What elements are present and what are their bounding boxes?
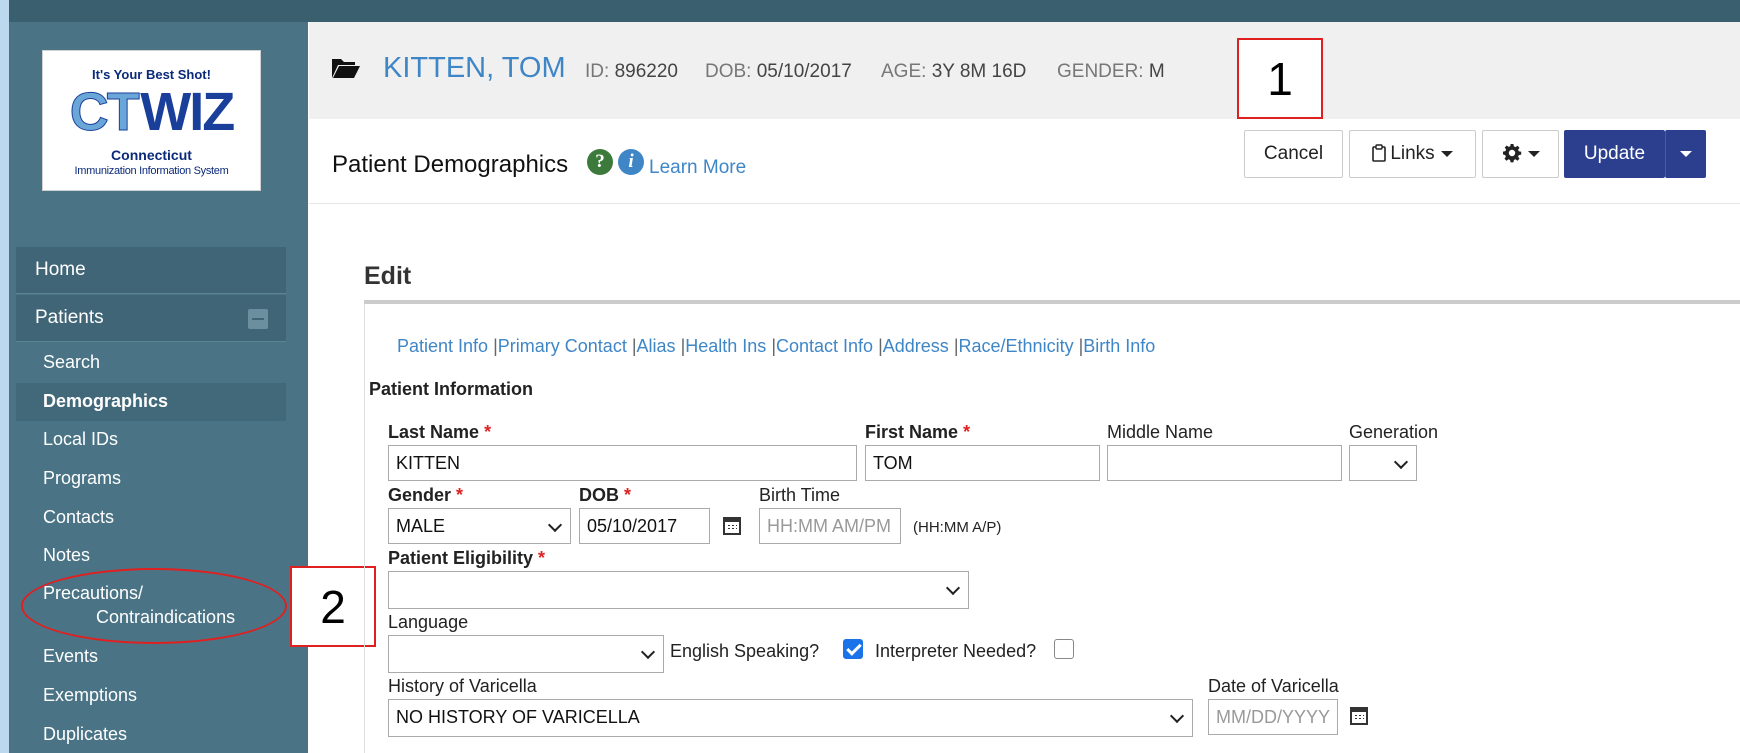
logo-brand: CT WIZ <box>43 82 260 142</box>
section-link-patient-info[interactable]: Patient Info <box>397 336 488 356</box>
english-speaking-label: English Speaking? <box>670 641 820 661</box>
section-link-alias[interactable]: Alias <box>637 336 676 356</box>
sidebar-item-contacts[interactable]: Contacts <box>16 499 286 537</box>
middle-name-label: Middle Name <box>1107 422 1214 442</box>
highlight-ellipse <box>21 568 287 644</box>
top-bar <box>9 0 1740 22</box>
patient-gender: GENDER: M <box>1057 61 1165 82</box>
logo-tagline: It's Your Best Shot! <box>92 67 211 82</box>
page-title: Patient Demographics <box>332 151 569 178</box>
section-link-address[interactable]: Address <box>883 336 949 356</box>
dob-label: DOB * <box>579 485 632 505</box>
sidebar-item-programs[interactable]: Programs <box>16 460 286 498</box>
patient-age: AGE: 3Y 8M 16D <box>881 61 1027 82</box>
logo-system-name: Immunization Information System <box>74 165 229 177</box>
language-select[interactable] <box>388 635 664 673</box>
settings-button[interactable] <box>1482 130 1559 178</box>
patient-header: KITTEN, TOM ID: 896220 DOB: 05/10/2017 A… <box>309 22 1740 119</box>
varicella-date-label: Date of Varicella <box>1208 676 1339 696</box>
collapse-icon[interactable] <box>248 309 268 329</box>
cancel-button[interactable]: Cancel <box>1244 130 1343 178</box>
english-speaking-checkbox[interactable] <box>843 639 863 659</box>
dob-input[interactable]: 05/10/2017 <box>579 508 710 544</box>
chevron-down-icon <box>1393 454 1409 470</box>
nav-patients-label: Patients <box>35 307 104 328</box>
folder-open-icon <box>332 59 360 78</box>
sidebar-item-search[interactable]: Search <box>16 344 286 382</box>
interpreter-needed-checkbox[interactable] <box>1054 639 1074 659</box>
gender-label: Gender * <box>388 485 464 505</box>
birth-time-label: Birth Time <box>759 485 841 505</box>
chevron-down-icon <box>1440 150 1453 157</box>
section-links: Patient Info |Primary Contact |Alias |He… <box>397 336 1155 357</box>
last-name-label: Last Name * <box>388 422 492 442</box>
title-row: Patient Demographics ? i Learn More Canc… <box>309 119 1740 204</box>
varicella-history-label: History of Varicella <box>388 676 537 696</box>
learn-more-link[interactable]: Learn More <box>649 157 746 179</box>
patient-name[interactable]: KITTEN, TOM <box>383 52 566 85</box>
logo-brand-wiz: WIZ <box>140 82 235 142</box>
gear-icon <box>1502 144 1521 163</box>
update-button[interactable]: Update <box>1564 130 1665 178</box>
logo-state: Connecticut <box>111 147 192 163</box>
sidebar-item-duplicates[interactable]: Duplicates <box>16 716 286 753</box>
logo-brand-ct: CT <box>69 82 140 142</box>
chevron-down-icon <box>1679 150 1692 157</box>
chevron-down-icon <box>547 517 563 533</box>
last-name-input[interactable]: KITTEN <box>388 445 857 481</box>
sidebar-item-demographics[interactable]: Demographics <box>16 383 286 421</box>
edit-title: Edit <box>364 262 412 290</box>
chevron-down-icon <box>1527 150 1540 157</box>
section-link-birth-info[interactable]: Birth Info <box>1083 336 1155 356</box>
generation-select[interactable] <box>1349 445 1417 481</box>
interpreter-needed-label: Interpreter Needed? <box>875 641 1037 661</box>
eligibility-label: Patient Eligibility * <box>388 548 546 568</box>
patient-id: ID: 896220 <box>585 61 678 82</box>
first-name-label: First Name * <box>865 422 971 442</box>
sidebar-item-exemptions[interactable]: Exemptions <box>16 677 286 715</box>
gender-select[interactable]: MALE <box>388 508 571 544</box>
clipboard-icon <box>1372 144 1387 162</box>
eligibility-select[interactable] <box>388 571 969 609</box>
calendar-icon[interactable] <box>723 517 741 535</box>
nav-patients[interactable]: Patients <box>16 295 286 342</box>
update-options-button[interactable] <box>1665 130 1706 178</box>
birth-time-hint: (HH:MM A/P) <box>913 519 1002 536</box>
middle-name-input[interactable] <box>1107 445 1342 481</box>
section-link-race-ethnicity[interactable]: Race/Ethnicity <box>959 336 1074 356</box>
varicella-history-select[interactable]: NO HISTORY OF VARICELLA <box>388 699 1193 737</box>
varicella-date-input[interactable]: MM/DD/YYYY <box>1208 699 1338 735</box>
annotation-marker-1: 1 <box>1237 38 1323 119</box>
nav-home[interactable]: Home <box>16 247 286 294</box>
language-label: Language <box>388 612 469 632</box>
links-button[interactable]: Links <box>1349 130 1476 178</box>
links-label: Links <box>1390 143 1435 164</box>
patient-dob: DOB: 05/10/2017 <box>705 61 852 82</box>
chevron-down-icon <box>1169 708 1185 724</box>
sidebar-item-local-ids[interactable]: Local IDs <box>16 421 286 459</box>
section-title: Patient Information <box>369 379 534 399</box>
birth-time-input[interactable]: HH:MM AM/PM <box>759 508 901 544</box>
section-link-health-ins[interactable]: Health Ins <box>685 336 766 356</box>
calendar-icon[interactable] <box>1350 707 1368 725</box>
chevron-down-icon <box>640 644 656 660</box>
info-icon[interactable]: i <box>618 149 644 175</box>
app-window: It's Your Best Shot! CT WIZ Connecticut … <box>9 0 1740 753</box>
generation-label: Generation <box>1349 422 1439 442</box>
section-link-contact-info[interactable]: Contact Info <box>776 336 873 356</box>
first-name-input[interactable]: TOM <box>865 445 1100 481</box>
help-icon[interactable]: ? <box>587 149 613 175</box>
section-link-primary-contact[interactable]: Primary Contact <box>498 336 627 356</box>
chevron-down-icon <box>945 580 961 596</box>
ct-wiz-logo[interactable]: It's Your Best Shot! CT WIZ Connecticut … <box>42 50 261 191</box>
